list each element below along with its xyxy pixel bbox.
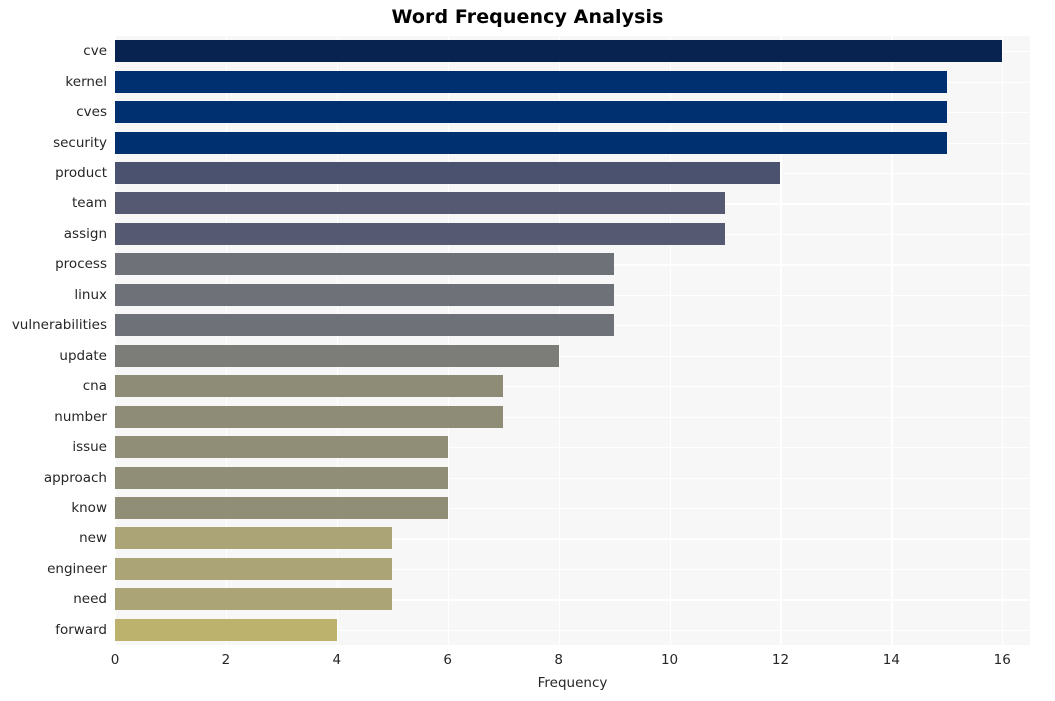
y-axis-tick-label: new [79, 530, 107, 547]
y-axis-tick-label: approach [43, 469, 107, 486]
y-axis-tick-label: team [71, 195, 107, 212]
bar [115, 314, 615, 337]
bar [115, 375, 504, 398]
x-axis-tick-label: 4 [332, 652, 342, 668]
bar [115, 618, 337, 641]
grid-line-vertical [447, 36, 449, 645]
x-axis-tick-label: 10 [660, 652, 679, 668]
x-axis-tick-label: 12 [771, 652, 790, 668]
bar [115, 405, 504, 428]
bar [115, 283, 615, 306]
bar [115, 557, 393, 580]
bar [115, 253, 615, 276]
x-axis-tick-label: 2 [221, 652, 231, 668]
bar [115, 588, 393, 611]
grid-line-vertical [558, 36, 560, 645]
chart-figure: Word Frequency Analysis cve kernel cves sec… [0, 0, 1055, 701]
chart-title: Word Frequency Analysis [391, 6, 664, 28]
x-axis-tick-label: 8 [554, 652, 563, 668]
grid-line-vertical [780, 36, 782, 645]
y-axis-tick-label: cve [83, 43, 107, 60]
y-axis-tick-label: process [55, 256, 107, 273]
y-axis-tick-label: cves [76, 104, 107, 121]
x-axis-tick-label: 6 [443, 652, 453, 668]
y-axis-tick-label: product [55, 165, 107, 182]
grid-line-vertical [1002, 36, 1004, 645]
y-axis-tick-label: know [71, 499, 107, 516]
x-axis-tick-label: 0 [110, 652, 120, 668]
bar [115, 436, 448, 459]
y-axis-tick-label: engineer [47, 560, 107, 577]
bar [115, 40, 1003, 63]
plot-area [115, 36, 1030, 645]
x-axis-tick-label: 16 [993, 652, 1011, 668]
grid-line-vertical [891, 36, 893, 645]
y-axis-tick-label: kernel [65, 73, 107, 90]
bar [115, 131, 947, 154]
y-axis-tick-label: forward [55, 621, 107, 638]
bar [115, 162, 781, 185]
y-axis-tick-label: issue [72, 439, 107, 456]
bar [115, 527, 393, 550]
grid-line-vertical [225, 36, 228, 645]
grid-line-vertical [336, 36, 338, 645]
y-axis-tick-label: update [59, 347, 107, 364]
grid-line-vertical [115, 36, 117, 645]
bar [115, 344, 559, 367]
y-axis-tick-label: cna [82, 378, 107, 395]
grid-line-vertical [669, 36, 671, 645]
x-axis-tick-label: 14 [882, 652, 900, 668]
bar [115, 222, 725, 245]
bar [115, 466, 448, 489]
bar [115, 70, 947, 93]
y-axis-tick-label: linux [74, 286, 107, 303]
x-axis-label: Frequency [537, 675, 608, 691]
bar [115, 101, 947, 124]
y-axis-tick-label: vulnerabilities [11, 317, 107, 334]
y-axis-tick-label: need [73, 591, 107, 608]
bar [115, 496, 448, 519]
y-axis-tick-label: assign [63, 225, 107, 242]
y-axis-tick-label: number [54, 408, 107, 425]
bar [115, 192, 725, 215]
y-axis-tick-label: security [53, 134, 107, 151]
